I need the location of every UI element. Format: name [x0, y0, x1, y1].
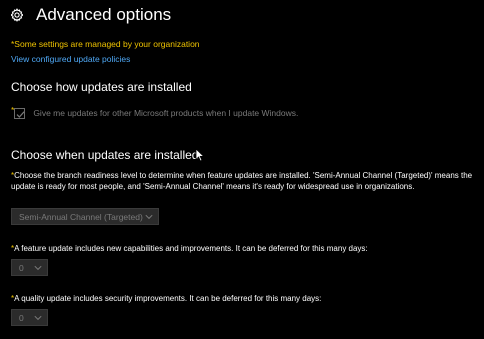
- page-header: Advanced options: [10, 4, 171, 26]
- branch-readiness-selected-value: Semi-Annual Channel (Targeted): [19, 211, 143, 222]
- quality-update-deferral-text: A quality update includes security impro…: [14, 294, 322, 303]
- quality-update-deferral-value: 0: [19, 312, 24, 323]
- gear-icon: [10, 8, 24, 22]
- chevron-down-icon: [145, 214, 153, 220]
- view-update-policies-link[interactable]: View configured update policies: [11, 54, 130, 64]
- feature-update-deferral-dropdown[interactable]: 0: [11, 259, 48, 276]
- other-products-checkbox[interactable]: [14, 108, 26, 119]
- when-section-title: Choose when updates are installed: [11, 148, 199, 162]
- branch-readiness-description: *Choose the branch readiness level to de…: [11, 171, 473, 192]
- branch-readiness-dropdown[interactable]: Semi-Annual Channel (Targeted): [11, 208, 159, 225]
- install-section-title: Choose how updates are installed: [11, 80, 192, 94]
- branch-readiness-text: Choose the branch readiness level to det…: [11, 171, 473, 191]
- quality-update-deferral-description: *A quality update includes security impr…: [11, 294, 321, 305]
- other-products-checkbox-label: Give me updates for other Microsoft prod…: [33, 108, 299, 118]
- feature-update-deferral-text: A feature update includes new capabiliti…: [14, 244, 368, 253]
- managed-by-organization-notice: *Some settings are managed by your organ…: [11, 39, 200, 49]
- page-title: Advanced options: [36, 5, 172, 24]
- chevron-down-icon: [34, 265, 42, 271]
- feature-update-deferral-description: *A feature update includes new capabilit…: [11, 244, 368, 255]
- advanced-options-page: Advanced options *Some settings are mana…: [0, 0, 484, 339]
- mouse-pointer-icon: [195, 148, 205, 162]
- quality-update-deferral-dropdown[interactable]: 0: [11, 309, 48, 326]
- other-products-checkbox-row: * Give me updates for other Microsoft pr…: [11, 106, 298, 119]
- feature-update-deferral-value: 0: [19, 262, 24, 273]
- chevron-down-icon: [34, 315, 42, 321]
- checkmark-icon: [16, 111, 25, 118]
